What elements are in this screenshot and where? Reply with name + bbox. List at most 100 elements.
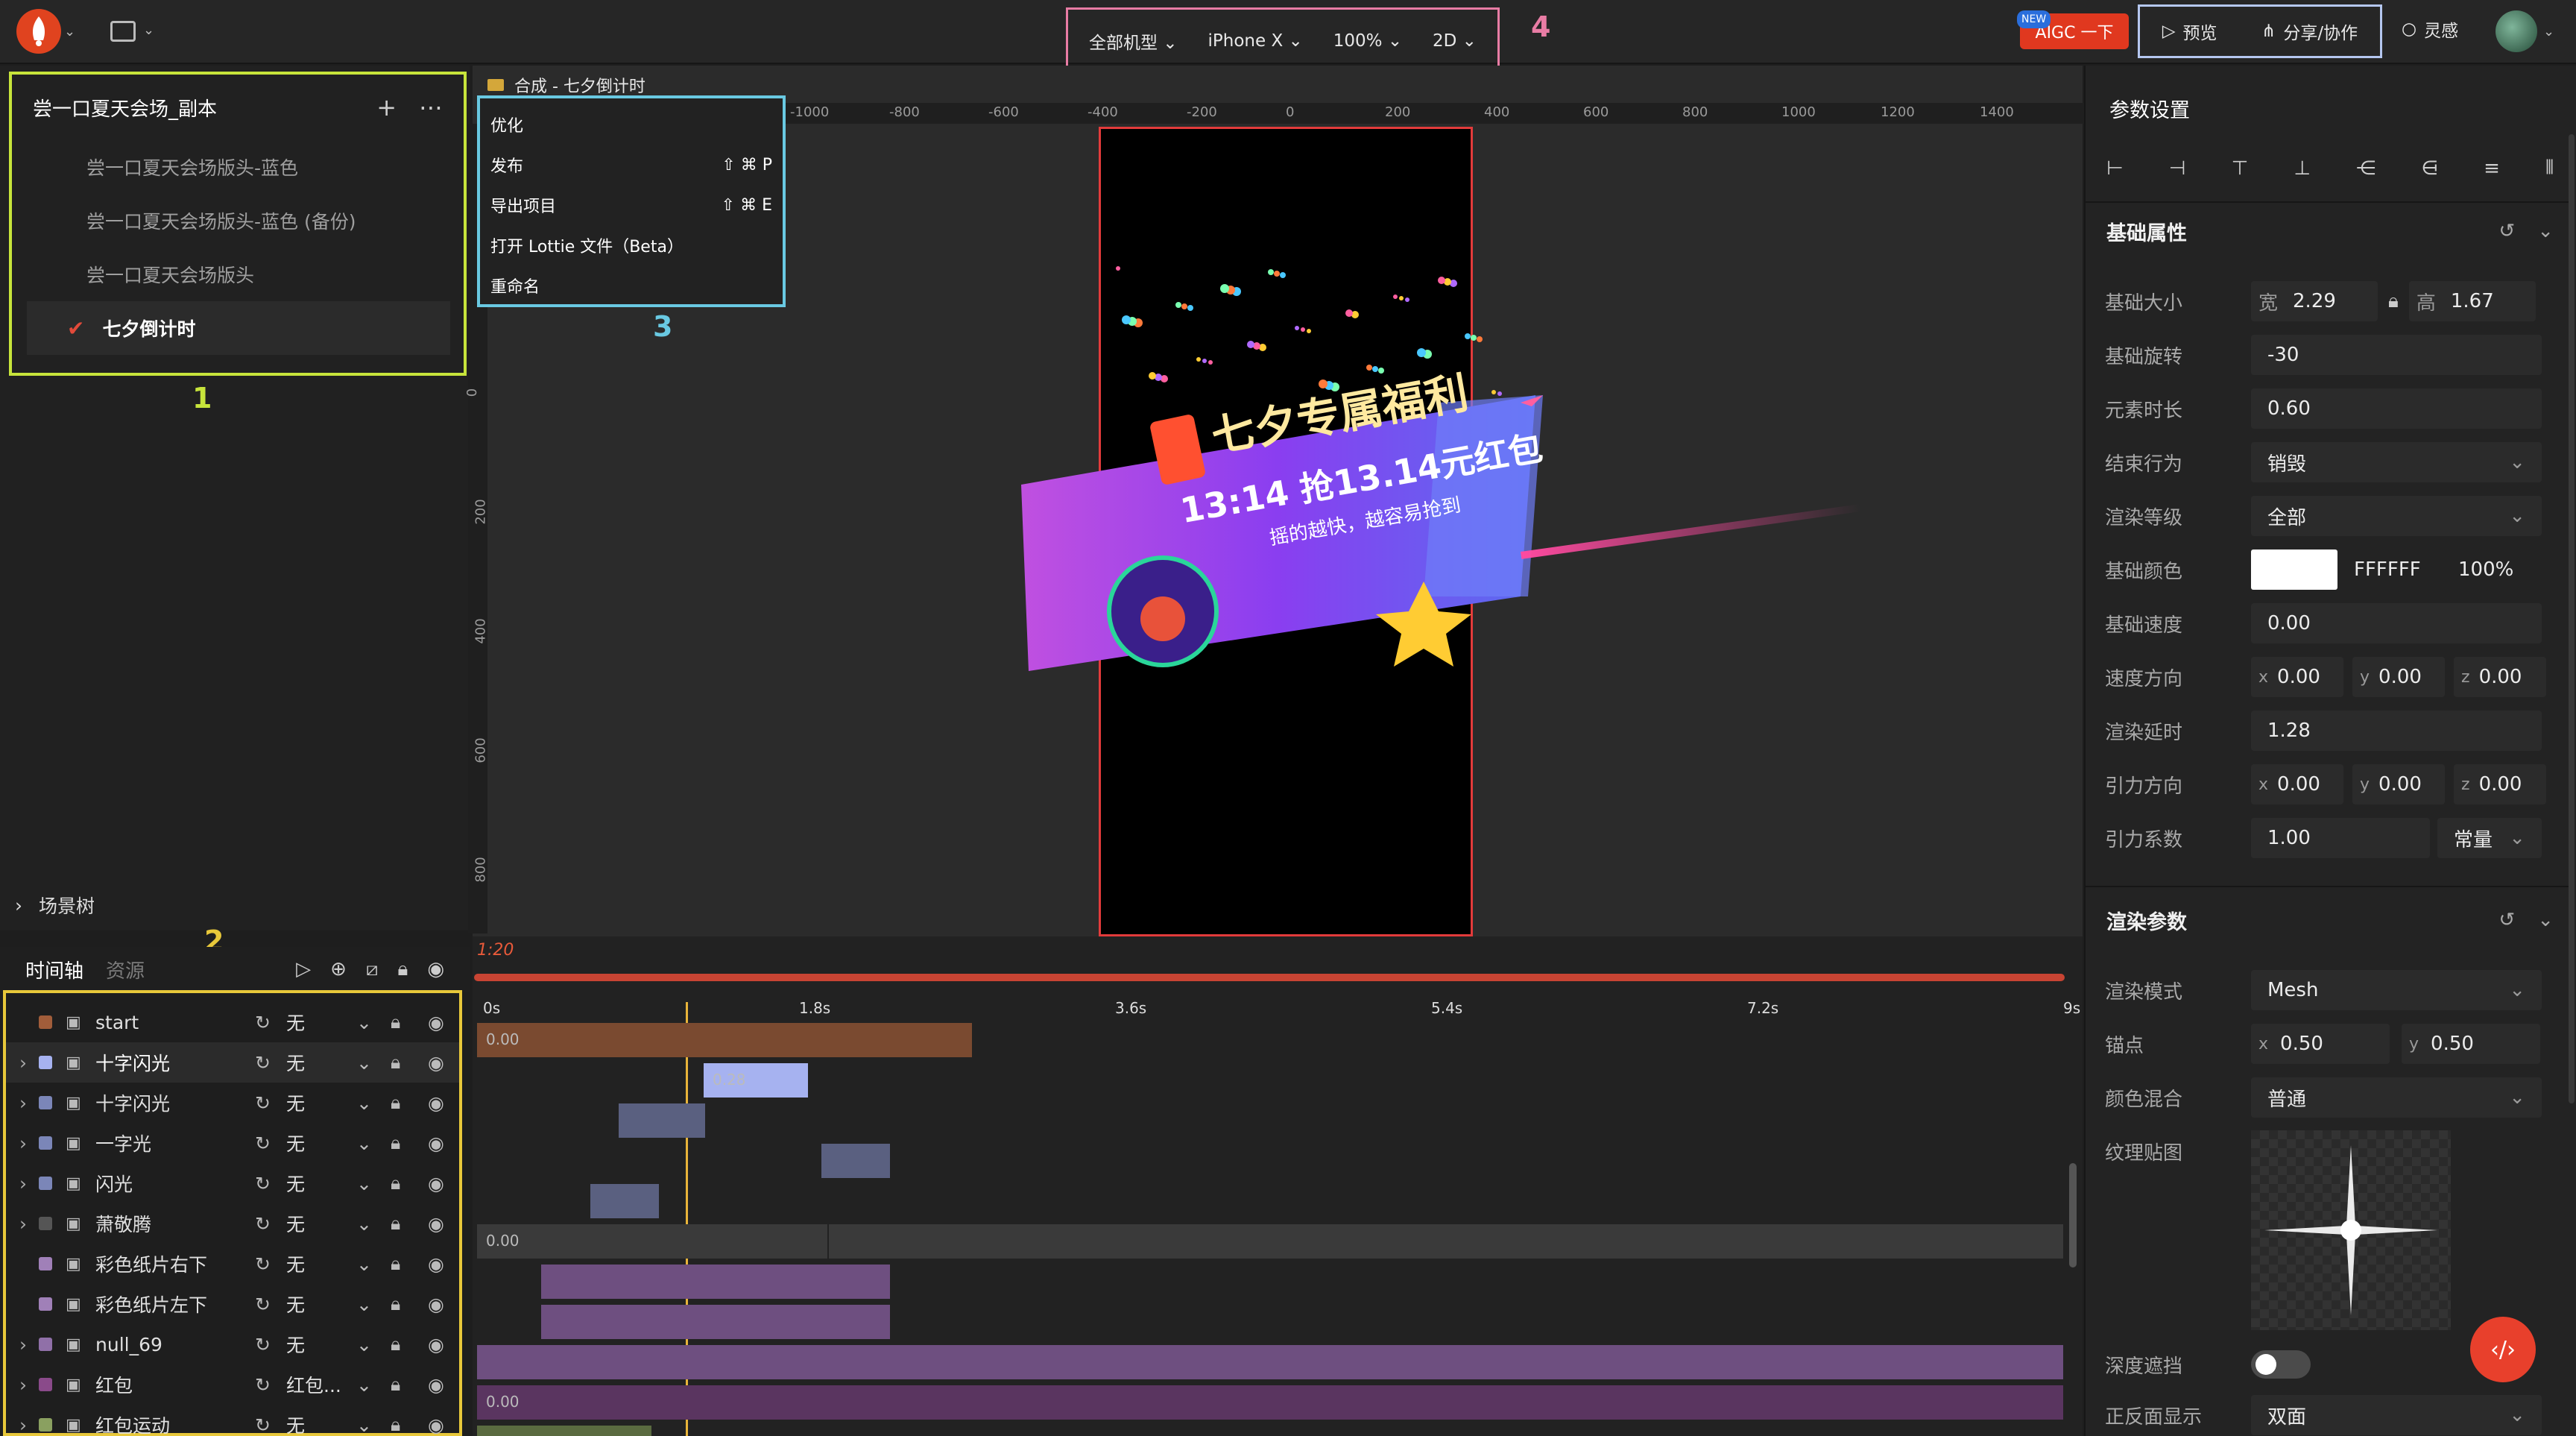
eye-icon[interactable]: ◉: [428, 1213, 444, 1235]
speed-field[interactable]: 0.00: [2251, 603, 2542, 643]
anchor-y-field[interactable]: y 0.50: [2402, 1024, 2540, 1064]
layer-row[interactable]: ▣ 彩色纸片左下 ↻ 无 ⌄ 🔒︎ ◉: [6, 1284, 459, 1324]
image-chevron-down-icon[interactable]: ⌄: [143, 22, 154, 38]
chevron-right-icon[interactable]: ›: [19, 1052, 39, 1074]
lock-icon[interactable]: 🔒︎: [391, 1212, 428, 1235]
blend-icon[interactable]: ↻: [255, 1253, 286, 1275]
layer-row[interactable]: › ▣ 十字闪光 ↻ 无 ⌄ 🔒︎ ◉: [6, 1042, 459, 1083]
device-type-select[interactable]: 全部机型 ⌄: [1089, 28, 1178, 54]
menu-item-export[interactable]: 导出项目 ⇧ ⌘ E: [490, 185, 772, 225]
track-clip[interactable]: [619, 1103, 707, 1138]
scene-tree-toggle[interactable]: › 场景树: [15, 892, 95, 919]
eye-icon[interactable]: ◉: [428, 1294, 444, 1315]
track-clip[interactable]: 0.00: [477, 1224, 829, 1259]
layer-mode[interactable]: 无: [286, 1331, 356, 1358]
align-right-icon[interactable]: ⊣: [2169, 157, 2186, 180]
layer-row[interactable]: › ▣ null_69 ↻ 无 ⌄ 🔒︎ ◉: [6, 1324, 459, 1364]
render-level-select[interactable]: 全部 ⌄: [2251, 496, 2542, 536]
layer-mode[interactable]: 红包...: [286, 1371, 356, 1398]
track-clip[interactable]: [541, 1265, 891, 1299]
avatar[interactable]: [2496, 10, 2537, 52]
lock-icon[interactable]: 🔒︎: [391, 1293, 428, 1315]
track-clip[interactable]: [590, 1184, 660, 1218]
align-bottom-icon[interactable]: ⊥: [2294, 157, 2311, 180]
layer-mode[interactable]: 无: [286, 1049, 356, 1076]
chevron-right-icon[interactable]: ›: [19, 1334, 39, 1355]
scene-item[interactable]: 尝一口夏天会场版头: [12, 248, 464, 301]
layer-row[interactable]: › ▣ 一字光 ↻ 无 ⌄ 🔒︎ ◉: [6, 1123, 459, 1163]
align-center-h-icon[interactable]: ⋳: [2421, 157, 2438, 180]
layer-mode[interactable]: 无: [286, 1250, 356, 1277]
eye-icon[interactable]: ◉: [428, 1374, 444, 1396]
layer-row[interactable]: ▣ 彩色纸片右下 ↻ 无 ⌄ 🔒︎ ◉: [6, 1244, 459, 1284]
lock-icon[interactable]: 🔒︎: [391, 1051, 428, 1074]
menu-item-publish[interactable]: 发布 ⇧ ⌘ P: [490, 145, 772, 185]
blend-icon[interactable]: ↻: [255, 1374, 286, 1396]
lock-icon[interactable]: 🔒︎: [391, 1414, 428, 1436]
distribute-v-icon[interactable]: ≡: [2484, 157, 2500, 180]
side-select[interactable]: 双面 ⌄: [2251, 1395, 2542, 1435]
chevron-right-icon[interactable]: ›: [19, 1133, 39, 1154]
align-center-v-icon[interactable]: ⋲: [2356, 157, 2375, 180]
zoom-select[interactable]: 100% ⌄: [1333, 31, 1402, 51]
lock-icon[interactable]: 🔒︎: [391, 1172, 428, 1194]
depth-toggle[interactable]: [2251, 1350, 2311, 1379]
lock-icon[interactable]: 🔒︎: [391, 1011, 428, 1033]
color-swatch[interactable]: [2251, 549, 2337, 590]
layer-row[interactable]: › ▣ 闪光 ↻ 无 ⌄ 🔒︎ ◉: [6, 1163, 459, 1203]
width-field[interactable]: 宽 2.29: [2251, 281, 2378, 321]
layer-row[interactable]: › ▣ 萧敬腾 ↻ 无 ⌄ 🔒︎ ◉: [6, 1203, 459, 1244]
menu-item-open-lottie[interactable]: 打开 Lottie 文件（Beta）: [490, 225, 772, 265]
layer-row[interactable]: ▣ start ↻ 无 ⌄ 🔒︎ ◉: [6, 1002, 459, 1042]
avatar-chevron-down-icon[interactable]: ⌄: [2543, 24, 2554, 40]
blend-icon[interactable]: ↻: [255, 1294, 286, 1315]
device-select[interactable]: iPhone X ⌄: [1208, 31, 1303, 51]
eye-icon[interactable]: ◉: [428, 1012, 444, 1033]
logo-chevron-down-icon[interactable]: ⌄: [64, 24, 75, 40]
preview-button[interactable]: ▷ 预览: [2162, 19, 2217, 44]
layer-mode[interactable]: 无: [286, 1170, 356, 1197]
track-clip[interactable]: [541, 1305, 891, 1339]
blend-icon[interactable]: ↻: [255, 1334, 286, 1355]
blend-icon[interactable]: ↻: [255, 1133, 286, 1154]
more-icon[interactable]: ⋯: [419, 93, 443, 122]
track-clip[interactable]: 0.00: [477, 1385, 2065, 1420]
align-top-icon[interactable]: ⊤: [2232, 157, 2249, 180]
chevron-right-icon[interactable]: ›: [19, 1173, 39, 1194]
rotation-field[interactable]: -30: [2251, 335, 2542, 375]
reset-icon[interactable]: ↺: [2498, 909, 2515, 931]
blend-icon[interactable]: ↻: [255, 1213, 286, 1235]
add-keyframe-icon[interactable]: ⊕: [330, 958, 347, 980]
color-opacity-field[interactable]: 100%: [2442, 549, 2531, 590]
code-button[interactable]: ‹/›: [2470, 1317, 2536, 1382]
track-clip[interactable]: 0.28: [704, 1063, 809, 1098]
layer-row[interactable]: › ▣ 红包 ↻ 红包... ⌄ 🔒︎ ◉: [6, 1364, 459, 1405]
image-icon[interactable]: [110, 21, 136, 42]
lock-icon[interactable]: 🔒︎: [397, 958, 408, 981]
lock-icon[interactable]: 🔒︎: [391, 1373, 428, 1396]
blend-icon[interactable]: ↻: [255, 1414, 286, 1436]
duration-field[interactable]: 0.60: [2251, 388, 2542, 429]
layer-mode[interactable]: 无: [286, 1291, 356, 1317]
chevron-down-icon[interactable]: ⌄: [356, 1294, 391, 1315]
lock-icon[interactable]: 🔒︎: [391, 1253, 428, 1275]
chevron-down-icon[interactable]: ⌄: [356, 1173, 391, 1194]
scene-item[interactable]: 尝一口夏天会场版头-蓝色: [12, 140, 464, 194]
lock-icon[interactable]: 🔒︎: [391, 1333, 428, 1355]
layer-mode[interactable]: 无: [286, 1210, 356, 1237]
lock-icon[interactable]: 🔒︎: [391, 1092, 428, 1114]
chevron-down-icon[interactable]: ⌄: [356, 1253, 391, 1275]
play-icon[interactable]: ▷: [296, 958, 311, 980]
texture-preview[interactable]: [2251, 1130, 2451, 1330]
blend-select[interactable]: 普通 ⌄: [2251, 1077, 2542, 1118]
chevron-down-icon[interactable]: ⌄: [356, 1012, 391, 1033]
basic-section-header[interactable]: 基础属性 ↺ ⌄: [2106, 210, 2554, 252]
chevron-down-icon[interactable]: ⌄: [356, 1213, 391, 1235]
track-clip[interactable]: [821, 1144, 891, 1178]
properties-scrollbar[interactable]: [2569, 134, 2575, 1103]
chevron-down-icon[interactable]: ⌄: [356, 1092, 391, 1114]
track-clip[interactable]: [477, 1345, 2065, 1379]
track-clip[interactable]: 0.00: [477, 1023, 973, 1057]
eye-icon[interactable]: ◉: [428, 1173, 444, 1194]
crop-icon[interactable]: ⧄: [366, 958, 379, 981]
